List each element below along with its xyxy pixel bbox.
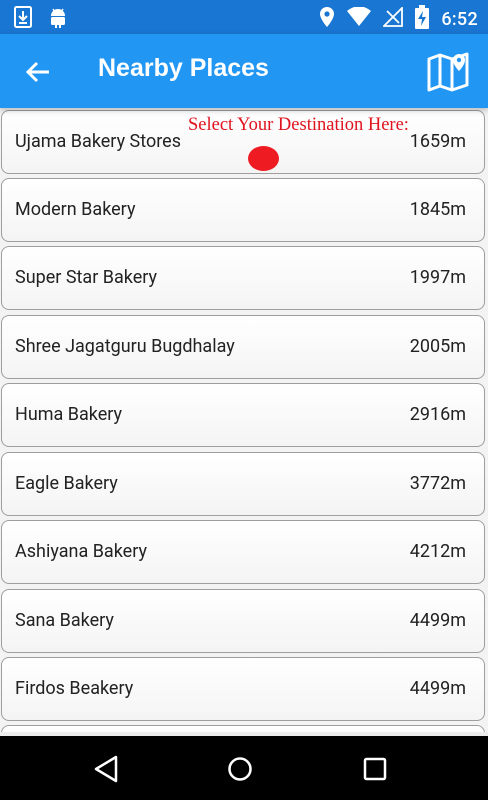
- app-bar: Nearby Places: [0, 34, 488, 108]
- places-list[interactable]: Ujama Bakery Stores 1659m Modern Bakery …: [0, 108, 488, 732]
- place-distance: 4499m: [409, 678, 466, 699]
- place-name: Ashiyana Bakery: [15, 541, 147, 562]
- nav-back-button[interactable]: [89, 752, 123, 786]
- place-distance: 1659m: [409, 131, 466, 152]
- no-signal-icon: [382, 5, 404, 31]
- page-title: Nearby Places: [98, 54, 269, 82]
- recents-square-icon: [363, 757, 387, 781]
- nav-recents-button[interactable]: [358, 752, 392, 786]
- list-item[interactable]: Super Star Bakery 1997m: [1, 246, 485, 310]
- place-distance: 3772m: [409, 473, 466, 494]
- android-icon: [48, 6, 68, 32]
- place-distance: 2005m: [409, 336, 466, 357]
- place-distance: 1997m: [409, 267, 466, 288]
- clock-time: 6:52: [441, 8, 478, 30]
- map-icon: [427, 52, 469, 92]
- system-nav-bar: [0, 736, 488, 800]
- place-name: Modern Bakery: [15, 199, 136, 220]
- back-triangle-icon: [94, 755, 118, 783]
- nav-home-button[interactable]: [223, 752, 257, 786]
- status-bar: 6:52: [0, 0, 488, 34]
- place-distance: 1845m: [409, 199, 466, 220]
- place-name: Huma Bakery: [15, 404, 123, 425]
- list-item[interactable]: Eagle Bakery 3772m: [1, 452, 485, 516]
- destination-hint: Select Your Destination Here:: [188, 115, 409, 135]
- list-item[interactable]: Sana Bakery 4499m: [1, 589, 485, 653]
- arrow-left-icon: [25, 61, 49, 83]
- place-name: Shree Jagatguru Bugdhalay: [15, 336, 235, 357]
- place-name: Super Star Bakery: [15, 267, 158, 288]
- place-name: Ujama Bakery Stores: [15, 131, 181, 152]
- list-item[interactable]: Huma Bakery 2916m: [1, 383, 485, 447]
- battery-charging-icon: [415, 5, 430, 33]
- list-item-partial[interactable]: [1, 725, 485, 732]
- location-marker-dot: [248, 146, 279, 171]
- wifi-icon: [347, 6, 372, 31]
- place-distance: 4212m: [409, 541, 466, 562]
- place-name: Eagle Bakery: [15, 473, 118, 494]
- place-name: Sana Bakery: [15, 610, 114, 631]
- list-item[interactable]: Firdos Beakery 4499m: [1, 657, 485, 721]
- map-button[interactable]: [426, 50, 470, 92]
- list-item[interactable]: Modern Bakery 1845m: [1, 178, 485, 242]
- back-button[interactable]: [22, 56, 54, 88]
- place-name: Firdos Beakery: [15, 678, 134, 699]
- list-item[interactable]: Shree Jagatguru Bugdhalay 2005m: [1, 315, 485, 379]
- download-icon: [14, 6, 32, 32]
- home-circle-icon: [228, 757, 252, 781]
- place-distance: 2916m: [409, 404, 466, 425]
- list-item[interactable]: Ashiyana Bakery 4212m: [1, 520, 485, 584]
- location-icon: [319, 6, 335, 32]
- place-distance: 4499m: [409, 610, 466, 631]
